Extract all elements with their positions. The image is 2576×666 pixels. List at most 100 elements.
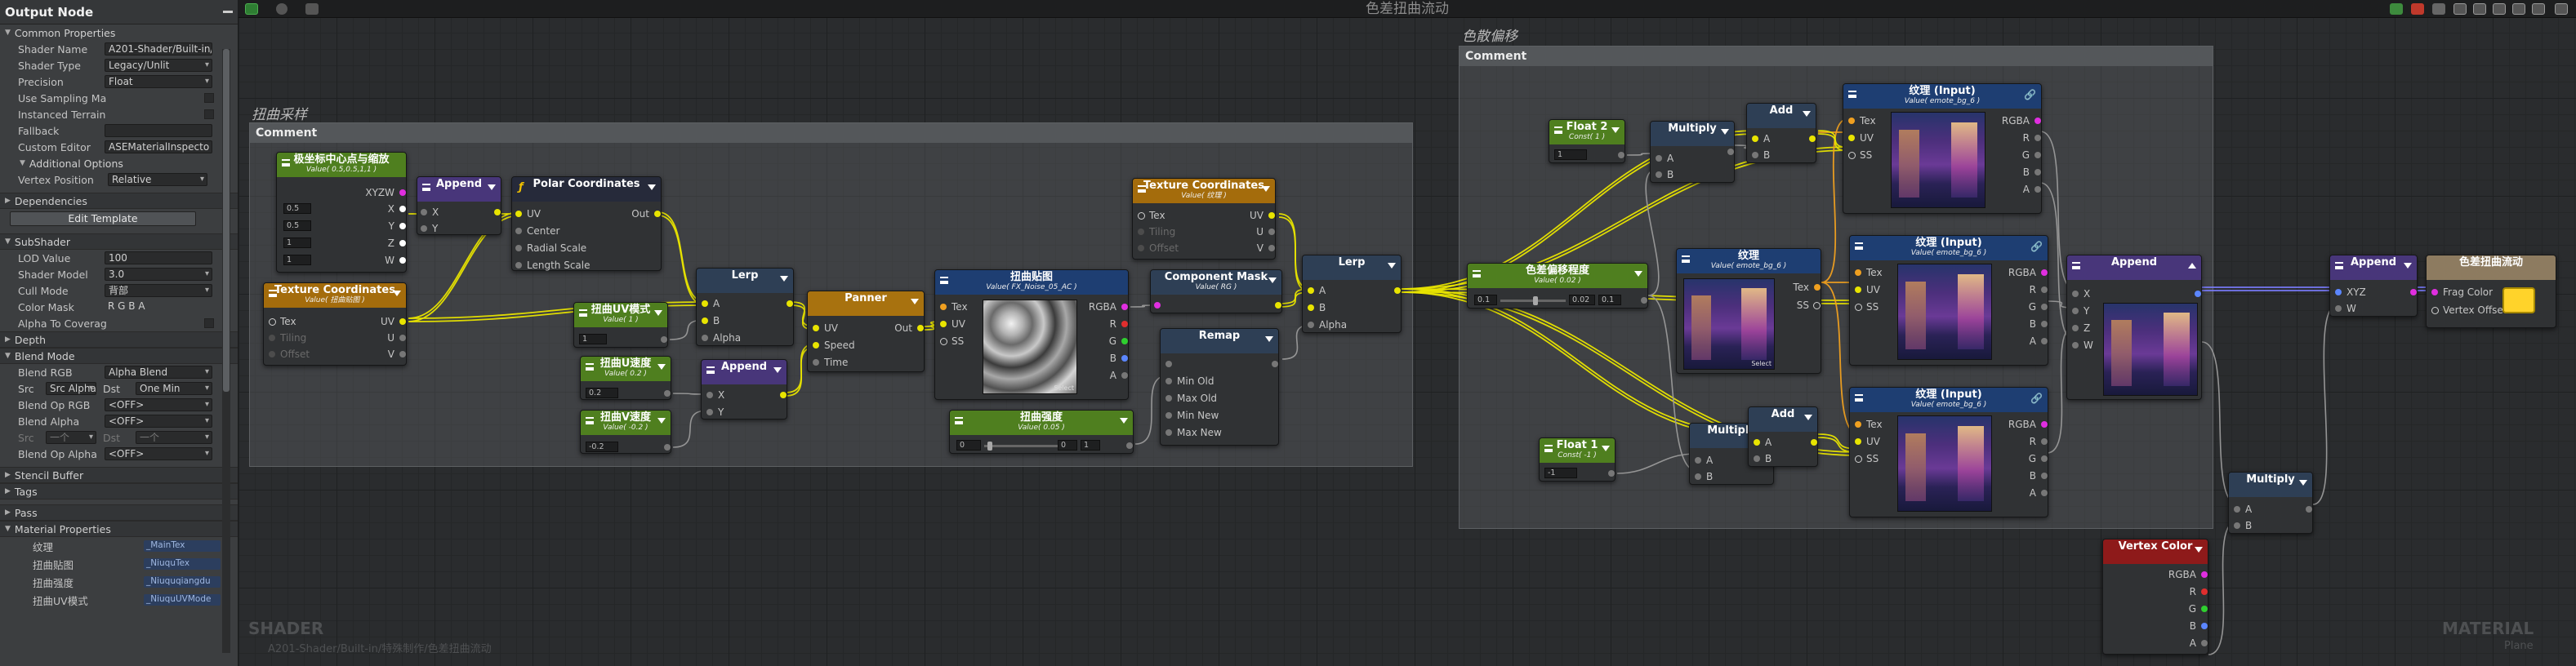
node-chroma-offset[interactable]: 色差偏移程度 Value( 0.02 ) 0.1 0.02 0.1 [1467, 263, 1648, 309]
node-main-texture[interactable]: 纹理 Value( emote_bg_6 ) Select Tex SS [1676, 248, 1821, 374]
section-dependencies[interactable]: ▶ Dependencies [0, 193, 238, 209]
output-pin[interactable]: G [2022, 149, 2042, 161]
input-pin[interactable]: SS [940, 335, 964, 347]
menu-icon[interactable] [1544, 445, 1553, 452]
input-pin[interactable]: Z [2072, 322, 2090, 334]
menu-icon[interactable] [706, 366, 715, 374]
dropdown-icon[interactable] [393, 291, 401, 296]
shader-model-select[interactable]: 3.0 [105, 268, 212, 281]
input-pin[interactable]: Y [2072, 305, 2089, 317]
node-uv-mode[interactable]: 扭曲UV模式 Value( 1 ) 1 [573, 302, 668, 348]
input-pin[interactable]: A [702, 298, 720, 309]
input-pin[interactable]: A [1754, 437, 1772, 448]
output-pin[interactable]: RGBA [2008, 419, 2048, 430]
node-append-1[interactable]: Append X Y [417, 176, 501, 235]
dropdown-icon[interactable] [1602, 446, 1610, 451]
output-pin[interactable]: R [2023, 132, 2042, 144]
color-mask-toggles[interactable]: R G B A [105, 300, 212, 313]
input-pin[interactable]: X [2072, 288, 2090, 300]
output-pin[interactable]: A [1110, 370, 1129, 381]
input-pin[interactable]: Tex [1855, 419, 1883, 430]
value-field[interactable]: 1 [283, 255, 311, 265]
settings-icon[interactable] [2532, 3, 2545, 15]
focus-icon[interactable] [2453, 3, 2467, 15]
node-center-scale[interactable]: 极坐标中心点与缩放 Value( 0.5,0.5,1,1 ) XYZW X Y Z… [276, 152, 407, 273]
vertex-position-select[interactable]: Relative [108, 173, 207, 186]
value-field[interactable]: 0.2 [586, 388, 618, 398]
shader-type-select[interactable]: Legacy/Unlit [105, 59, 212, 72]
collapse-icon[interactable] [2188, 263, 2196, 269]
wiki-icon[interactable] [2432, 3, 2445, 15]
section-common-properties[interactable]: ▼ Common Properties [0, 24, 238, 41]
menu-icon[interactable] [586, 363, 594, 371]
section-pass[interactable]: ▶ Pass [0, 504, 238, 521]
input-pin[interactable]: Max New [1165, 427, 1222, 438]
dropdown-icon[interactable] [773, 367, 782, 373]
blend-alpha-src-select[interactable]: 一个 [46, 431, 96, 444]
input-pin[interactable]: B [2234, 520, 2252, 531]
dropdown-icon[interactable] [1611, 127, 1620, 133]
value-field[interactable]: 0.1 [1598, 295, 1621, 305]
property-name-field[interactable]: _MainTex [144, 540, 221, 552]
dropdown-icon[interactable] [1262, 186, 1270, 192]
output-pin[interactable]: B [2023, 166, 2042, 178]
node-append-3[interactable]: Append X Y Z W [2066, 255, 2202, 400]
input-pin[interactable]: A [2234, 504, 2252, 515]
input-pin[interactable]: SS [1848, 149, 1872, 161]
output-pin[interactable]: V [1257, 242, 1276, 254]
value-field[interactable]: 0.02 [1569, 295, 1595, 305]
output-pin[interactable]: U [387, 332, 406, 344]
value-field[interactable]: 0.5 [283, 203, 311, 214]
dropdown-icon[interactable] [488, 184, 496, 190]
node-panner[interactable]: Panner UV Speed Time Out [807, 291, 925, 372]
blend-op-rgb-select[interactable]: <OFF> [105, 398, 212, 411]
input-pin[interactable]: W [2335, 303, 2356, 314]
dropdown-icon[interactable] [654, 310, 662, 316]
node-multiply-1[interactable]: Multiply A B [1650, 121, 1735, 183]
input-pin[interactable]: Max Old [1165, 393, 1217, 404]
blend-alpha-dst-select[interactable]: 一个 [136, 431, 212, 444]
dropdown-icon[interactable] [911, 299, 919, 304]
input-pin[interactable]: Frag Color [2431, 286, 2493, 298]
input-pin[interactable]: B [1695, 471, 1713, 482]
output-pin[interactable]: RGBA [2168, 569, 2208, 580]
node-lerp-1[interactable]: Lerp A B Alpha [696, 268, 794, 346]
output-pin[interactable]: RGBA [2008, 267, 2048, 278]
cull-mode-select[interactable]: 背部 [105, 284, 212, 297]
input-pin[interactable]: Offset [1138, 242, 1179, 254]
input-pin[interactable]: UV [1855, 284, 1880, 295]
output-pin[interactable]: G [2029, 453, 2048, 464]
value-field[interactable]: 1 [1554, 149, 1587, 160]
input-pin[interactable]: Offset [269, 349, 310, 360]
output-pin[interactable]: V [388, 349, 407, 360]
property-name-field[interactable]: _NiuquTex [144, 558, 221, 570]
node-texture-input-1[interactable]: 纹理 (Input) Value( emote_bg_6 ) 🔗 Tex UV SS… [1843, 83, 2042, 214]
input-pin[interactable]: Y [706, 406, 724, 418]
node-add-1[interactable]: Add A B [1746, 103, 1816, 163]
panel-scrollbar[interactable] [222, 49, 230, 653]
node-lerp-2[interactable]: Lerp A B Alpha [1302, 255, 1402, 333]
output-pin[interactable]: A [2030, 335, 2048, 347]
node-float-1[interactable]: Float 1 Const( -1 ) -1 [1539, 437, 1616, 482]
input-pin[interactable]: Tex [1848, 115, 1876, 127]
scrollbar-thumb[interactable] [223, 49, 230, 392]
menu-icon[interactable] [940, 277, 948, 284]
input-pin[interactable]: UV [1855, 436, 1880, 447]
value-field[interactable]: 1 [283, 238, 311, 248]
input-pin[interactable]: Tiling [269, 332, 306, 344]
menu-icon[interactable] [1473, 270, 1481, 278]
input-pin[interactable]: SS [1855, 453, 1879, 464]
dropdown-icon[interactable] [1265, 336, 1273, 342]
node-texture-coordinates-2[interactable]: Texture Coordinates Value( 纹理 ) Tex Tilin… [1132, 178, 1276, 260]
input-pin[interactable]: A [1695, 455, 1713, 466]
input-pin[interactable]: Min New [1165, 410, 1219, 421]
value-field[interactable]: 0 [1058, 440, 1077, 451]
input-pin[interactable]: B [1308, 302, 1326, 313]
node-polar-coordinates[interactable]: ƒ Polar Coordinates UV Center Radial Scal… [511, 176, 662, 271]
blend-op-alpha-select[interactable]: <OFF> [105, 447, 212, 460]
dropdown-icon[interactable] [657, 418, 666, 424]
output-pin[interactable]: Y [389, 220, 407, 232]
input-pin[interactable]: Tex [1855, 267, 1883, 278]
output-pin[interactable]: G [1109, 335, 1129, 347]
layout-icon[interactable] [2493, 3, 2506, 15]
